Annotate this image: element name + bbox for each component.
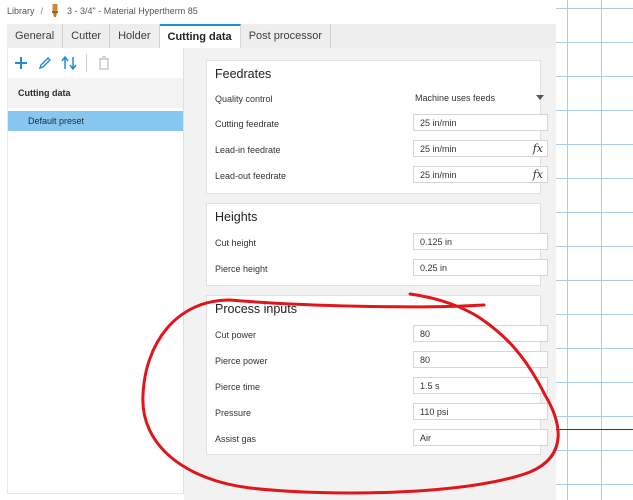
pierce-power-field[interactable]: 80: [413, 351, 548, 368]
leadin-feedrate-label: Lead-in feedrate: [215, 145, 281, 155]
add-preset-button[interactable]: [12, 54, 30, 72]
edit-preset-button[interactable]: [36, 54, 54, 72]
leadin-feedrate-field[interactable]: 25 in/min fx: [413, 140, 548, 157]
cut-power-label: Cut power: [215, 330, 257, 340]
leadout-feedrate-field[interactable]: 25 in/min fx: [413, 166, 548, 183]
tab-post-processor[interactable]: Post processor: [241, 24, 332, 48]
delete-preset-button[interactable]: [95, 54, 113, 72]
cut-power-field[interactable]: 80: [413, 325, 548, 342]
canvas-grid: [556, 0, 633, 500]
pressure-field[interactable]: 110 psi: [413, 403, 548, 420]
feedrates-title: Feedrates: [215, 67, 272, 81]
pierce-time-label: Pierce time: [215, 382, 261, 392]
chevron-down-icon: [536, 95, 544, 100]
quality-control-label: Quality control: [215, 94, 273, 104]
breadcrumb: Library / 3 - 3/4" - Material Hypertherm…: [0, 0, 556, 22]
sort-arrows-icon: [61, 56, 77, 70]
process-inputs-title: Process inputs: [215, 302, 297, 316]
cutting-data-section-header: Cutting data: [8, 78, 183, 108]
breadcrumb-item: 3 - 3/4" - Material Hypertherm 85: [67, 6, 198, 16]
heights-title: Heights: [215, 210, 258, 224]
cut-height-value: 0.125 in: [420, 236, 453, 247]
toolbar-divider: [86, 54, 87, 72]
leadout-feedrate-label: Lead-out feedrate: [215, 171, 287, 181]
pierce-height-field[interactable]: 0.25 in: [413, 259, 548, 276]
cut-power-value: 80: [420, 328, 431, 339]
sort-preset-button[interactable]: [60, 54, 78, 72]
pressure-value: 110 psi: [420, 406, 449, 417]
assist-gas-value: Air: [420, 432, 431, 443]
feedrates-card: Feedrates Quality control Machine uses f…: [206, 60, 548, 194]
breadcrumb-separator: /: [40, 6, 44, 16]
heights-card: Heights Cut height 0.125 in Pierce heigh…: [206, 203, 548, 286]
plasma-torch-icon: [51, 4, 59, 18]
tab-bar: General Cutter Holder Cutting data Post …: [7, 24, 556, 48]
cut-height-field[interactable]: 0.125 in: [413, 233, 548, 250]
pierce-time-value: 1.5 s: [420, 380, 440, 391]
quality-control-select[interactable]: Machine uses feeds: [413, 89, 548, 106]
cut-height-label: Cut height: [215, 238, 257, 248]
assist-gas-field[interactable]: Air: [413, 429, 548, 446]
tab-holder[interactable]: Holder: [110, 24, 160, 48]
plus-icon: [15, 57, 27, 69]
tab-cutting-data[interactable]: Cutting data: [159, 24, 241, 48]
leadin-feedrate-value: 25 in/min: [420, 143, 457, 154]
tab-general[interactable]: General: [7, 24, 64, 48]
formula-fx-icon[interactable]: fx: [533, 142, 543, 155]
leadout-feedrate-value: 25 in/min: [420, 169, 457, 180]
trash-icon: [99, 56, 109, 70]
preset-toolbar: [8, 48, 183, 78]
pierce-power-value: 80: [420, 354, 431, 365]
preset-panel: Cutting data Default preset: [7, 48, 184, 494]
formula-fx-icon[interactable]: fx: [533, 168, 543, 181]
pierce-height-value: 0.25 in: [420, 262, 448, 273]
pierce-time-field[interactable]: 1.5 s: [413, 377, 548, 394]
pierce-power-label: Pierce power: [215, 356, 268, 366]
cutting-data-content: Feedrates Quality control Machine uses f…: [184, 48, 556, 500]
quality-control-value: Machine uses feeds: [415, 92, 496, 103]
process-inputs-card: Process inputs Cut power 80 Pierce power…: [206, 295, 548, 455]
pressure-label: Pressure: [215, 408, 252, 418]
cutting-feedrate-label: Cutting feedrate: [215, 119, 280, 129]
cutting-feedrate-field[interactable]: 25 in/min: [413, 114, 548, 131]
tab-cutter[interactable]: Cutter: [63, 24, 111, 48]
pierce-height-label: Pierce height: [215, 264, 268, 274]
preset-item-default[interactable]: Default preset: [8, 111, 183, 131]
cutting-feedrate-value: 25 in/min: [420, 117, 457, 128]
assist-gas-label: Assist gas: [215, 434, 257, 444]
pencil-icon: [38, 57, 51, 70]
breadcrumb-library[interactable]: Library: [7, 6, 35, 16]
canvas-dark-line: [556, 429, 633, 430]
